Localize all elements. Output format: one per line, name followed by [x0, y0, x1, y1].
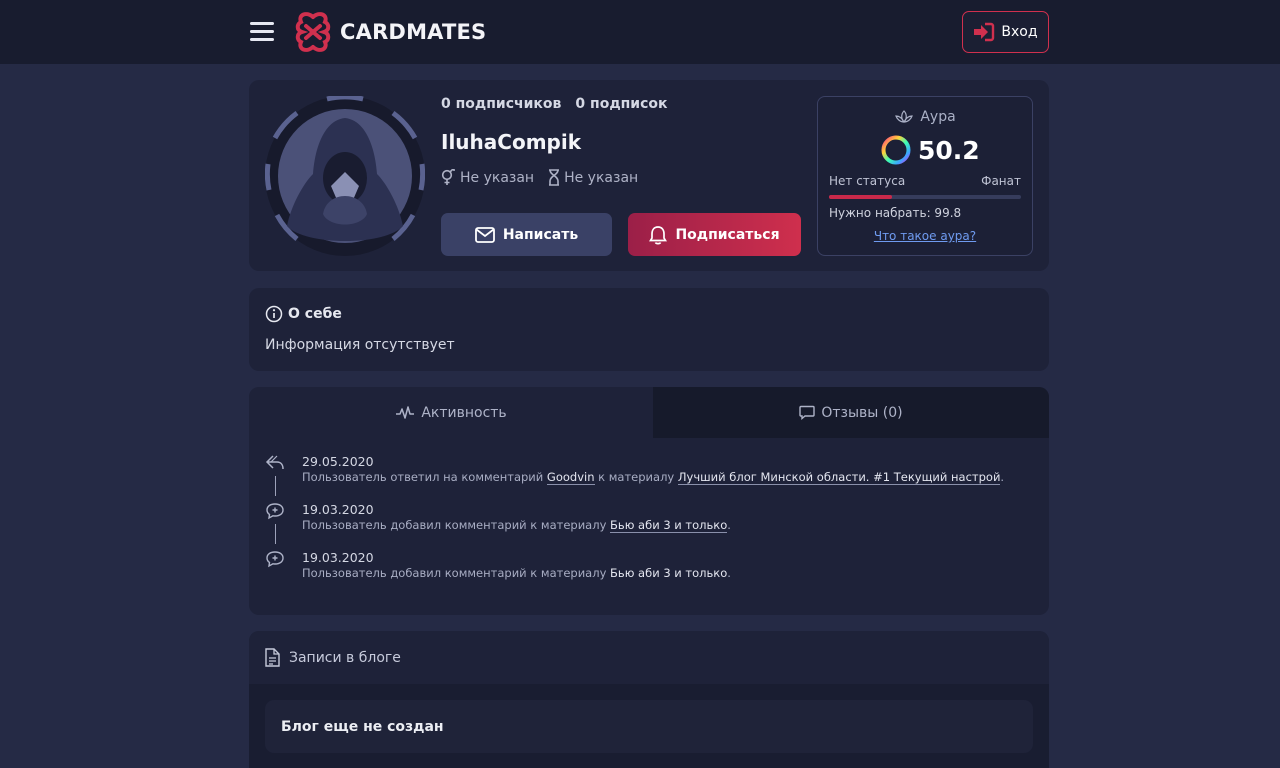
tab-activity-label: Активность	[421, 404, 507, 421]
activity-tabs: Активность Отзывы (0)	[249, 387, 1049, 438]
about-text: Информация отсутствует	[265, 337, 455, 353]
age-value: Не указан	[564, 169, 639, 186]
aura-progress-bar	[829, 195, 1021, 199]
hourglass-icon	[549, 169, 560, 186]
info-icon	[265, 305, 283, 323]
avatar[interactable]	[265, 96, 425, 256]
subscribe-button[interactable]: Подписаться	[628, 213, 801, 256]
aura-status-current: Нет статуса	[829, 174, 906, 188]
gender-value: Не указан	[460, 169, 535, 186]
blog-title: Записи в блоге	[289, 649, 401, 666]
activity-date: 19.03.2020	[302, 502, 374, 517]
activity-text: Пользователь добавил комментарий к матер…	[302, 566, 731, 580]
material-link[interactable]: Бью аби 3 и только	[610, 566, 727, 580]
activity-date: 29.05.2020	[302, 454, 374, 469]
activity-text: Пользователь добавил комментарий к матер…	[302, 518, 731, 533]
lotus-icon	[895, 110, 914, 123]
pulse-icon	[396, 405, 415, 419]
activity-card: Активность Отзывы (0) 29.05.2020 Пользов…	[249, 387, 1049, 615]
login-button[interactable]: Вход	[962, 11, 1049, 53]
aura-value: 50.2	[918, 135, 980, 165]
aura-status-row: Нет статуса Фанат	[829, 174, 1021, 188]
brand-name: CARDMATES	[340, 20, 487, 44]
timeline-connector	[275, 524, 276, 544]
top-bar: CARDMATES Вход	[0, 0, 1280, 64]
activity-suffix: .	[727, 566, 731, 580]
about-title-label: О себе	[288, 306, 342, 322]
aura-panel: Аура 50.2 Нет статуса Фанат Нужно набрат…	[817, 96, 1033, 256]
aura-score: 50.2	[880, 134, 980, 166]
document-icon	[265, 648, 280, 667]
tab-activity[interactable]: Активность	[249, 387, 653, 438]
menu-icon[interactable]	[250, 22, 274, 42]
write-label: Написать	[502, 226, 579, 243]
activity-mid: к материалу	[594, 470, 678, 484]
activity-date: 19.03.2020	[302, 550, 374, 565]
gender-icon	[441, 169, 455, 185]
subscribe-label: Подписаться	[675, 226, 780, 243]
blog-body: Блог еще не создан	[249, 684, 1049, 768]
profile-meta: Не указан Не указан	[441, 169, 638, 186]
bell-icon	[649, 225, 668, 244]
aura-status-next: Фанат	[981, 174, 1021, 188]
login-icon	[974, 22, 995, 42]
activity-prefix: Пользователь добавил комментарий к матер…	[302, 566, 611, 580]
activity-prefix: Пользователь добавил комментарий к матер…	[302, 518, 611, 532]
blog-header: Записи в блоге	[249, 631, 1049, 684]
username: IluhaCompik	[441, 130, 581, 154]
about-title: О себе	[265, 305, 342, 323]
activity-suffix: .	[1000, 470, 1005, 484]
logo[interactable]: CARDMATES	[292, 11, 486, 53]
timeline-connector	[275, 476, 276, 496]
user-link[interactable]: Goodvin	[546, 470, 595, 485]
profile-card: 0 подписчиков 0 подписок IluhaCompik Не у…	[249, 80, 1049, 271]
activity-text: Пользователь ответил на комментарий Good…	[302, 470, 1005, 485]
aura-ring-icon	[881, 135, 911, 165]
followers-count[interactable]: 0 подписчиков	[441, 96, 561, 112]
blog-card: Записи в блоге Блог еще не создан	[249, 631, 1049, 768]
reply-icon	[265, 455, 284, 470]
write-message-button[interactable]: Написать	[441, 213, 612, 256]
tab-reviews-label: Отзывы (0)	[821, 404, 903, 421]
chat-icon	[799, 405, 816, 420]
about-card: О себе Информация отсутствует	[249, 288, 1049, 371]
aura-progress-fill	[829, 195, 893, 199]
activity-suffix: .	[727, 518, 731, 532]
aura-title: Аура	[818, 109, 1032, 125]
material-link[interactable]: Бью аби 3 и только	[610, 518, 728, 533]
gender-info: Не указан	[441, 169, 534, 186]
comment-add-icon	[266, 503, 284, 520]
age-info: Не указан	[548, 169, 638, 186]
comment-add-icon	[266, 551, 284, 568]
blog-empty-message: Блог еще не создан	[265, 700, 1033, 753]
follow-counts: 0 подписчиков 0 подписок	[441, 96, 668, 112]
envelope-icon	[474, 226, 495, 243]
login-label: Вход	[1001, 24, 1038, 40]
activity-prefix: Пользователь ответил на комментарий	[302, 470, 547, 484]
tab-reviews[interactable]: Отзывы (0)	[653, 387, 1049, 438]
aura-need-text: Нужно набрать: 99.8	[829, 206, 962, 220]
aura-info-link[interactable]: Что такое аура?	[818, 229, 1032, 243]
material-link[interactable]: Лучший блог Минской области. #1 Текущий …	[677, 470, 1001, 485]
following-count[interactable]: 0 подписок	[575, 96, 667, 112]
aura-title-label: Аура	[920, 109, 956, 125]
logo-icon	[295, 12, 331, 52]
